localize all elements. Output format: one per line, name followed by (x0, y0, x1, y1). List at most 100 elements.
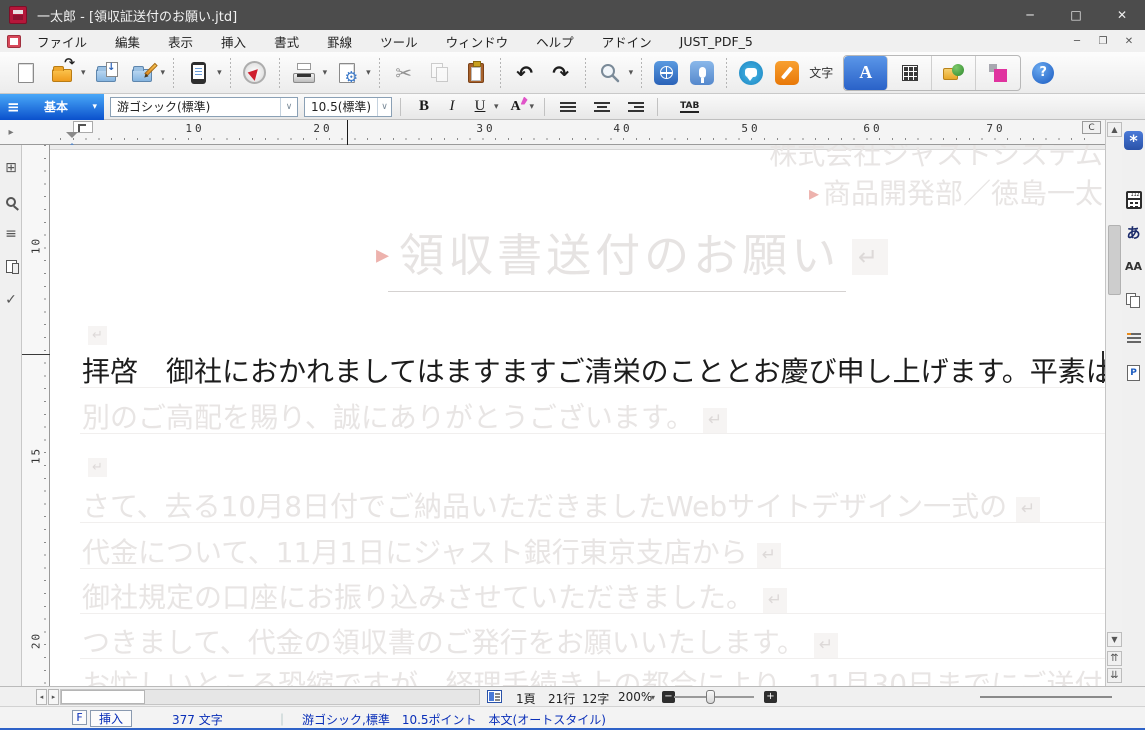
proofread-check-icon[interactable]: ✓ (0, 289, 22, 311)
next-page-button[interactable]: ⇊ (1107, 668, 1122, 683)
zoom-in-button[interactable]: + (764, 691, 777, 703)
undo-button[interactable]: ↶ (508, 55, 542, 91)
navigation-button[interactable] (238, 55, 272, 91)
horizontal-scroll-thumb[interactable] (61, 690, 145, 704)
align-right-button[interactable] (623, 96, 649, 118)
copy-button[interactable] (423, 55, 457, 91)
text-mode-button[interactable]: A (844, 56, 888, 90)
menu-item-insert[interactable]: 挿入 (221, 30, 246, 53)
indent-marker[interactable] (66, 132, 78, 144)
search-sidebar-icon[interactable] (0, 191, 22, 213)
document-icon[interactable] (7, 35, 21, 48)
menu-item-view[interactable]: 表示 (168, 30, 193, 53)
previous-page-button[interactable]: ⇈ (1107, 651, 1122, 666)
close-button[interactable]: ✕ (1099, 0, 1145, 30)
doc-close-button[interactable]: ✕ (1121, 36, 1137, 47)
function-key-button[interactable]: F (72, 710, 87, 725)
title-underline (388, 291, 846, 292)
outline-list-icon[interactable]: ≡ (0, 223, 22, 245)
page-slider-track[interactable] (980, 696, 1112, 698)
ruler-unit-button[interactable]: C (1082, 121, 1101, 134)
just-systems-icon[interactable]: * (1124, 131, 1143, 150)
print-button[interactable] (287, 55, 321, 91)
page-style-icon[interactable] (0, 255, 22, 277)
font-name-select[interactable]: 游ゴシック(標準) ∨ (110, 97, 298, 117)
doc-restore-button[interactable]: ❐ (1095, 36, 1111, 47)
pdf-tool-icon[interactable]: P (1124, 363, 1143, 382)
font-color-button[interactable]: A (503, 96, 529, 118)
vertical-scroll-thumb[interactable] (1108, 225, 1121, 295)
document-canvas[interactable]: 株式会社ジャストシステム ▸商品開発部／徳島一太 ▸領収書送付のお願い↵ ↵ 拝… (50, 145, 1105, 686)
scroll-right-button[interactable]: ▸ (48, 689, 59, 705)
style-menu-button[interactable]: ≡ 基本 ▾ (0, 94, 104, 120)
font-color-dropdown-caret[interactable]: ▾ (530, 102, 535, 112)
menu-item-format[interactable]: 書式 (274, 30, 299, 53)
table-mode-button[interactable] (888, 56, 932, 90)
print-settings-dropdown-caret[interactable]: ▾ (366, 68, 371, 78)
menu-item-edit[interactable]: 編集 (115, 30, 140, 53)
scroll-left-button[interactable]: ◂ (36, 689, 47, 705)
font-style-icon[interactable]: AA (1124, 257, 1143, 276)
menu-item-just-pdf5[interactable]: JUST_PDF_5 (680, 32, 753, 51)
underline-dropdown-caret[interactable]: ▾ (494, 102, 499, 112)
menu-item-tools[interactable]: ツール (380, 30, 418, 53)
viewer-dropdown-caret[interactable]: ▾ (217, 68, 222, 78)
menu-item-window[interactable]: ウィンドウ (446, 30, 509, 53)
comment-tool-button[interactable] (734, 55, 768, 91)
maximize-button[interactable]: □ (1053, 0, 1099, 30)
save-as-button[interactable] (125, 55, 159, 91)
print-dropdown-caret[interactable]: ▾ (323, 68, 328, 78)
outline-panel-icon[interactable] (1124, 328, 1143, 347)
scroll-down-button[interactable]: ▼ (1107, 632, 1122, 647)
viewer-mode-button[interactable] (181, 55, 215, 91)
bold-button[interactable]: B (411, 96, 437, 118)
help-button[interactable]: ? (1026, 55, 1060, 91)
web-search-button[interactable] (649, 55, 683, 91)
redo-button[interactable]: ↷ (544, 55, 578, 91)
vertical-ruler[interactable]: 10 15 20 (22, 145, 50, 686)
insert-mode-button[interactable]: 挿入 (90, 710, 132, 727)
save-button[interactable]: ↓ (89, 55, 123, 91)
minimize-button[interactable]: ─ (1007, 0, 1053, 30)
zoom-slider-thumb[interactable] (706, 690, 715, 704)
zoom-dropdown-caret[interactable]: ▾ (651, 693, 655, 702)
copy-history-icon[interactable] (1124, 291, 1143, 310)
doc-minimize-button[interactable]: ─ (1069, 36, 1085, 47)
open-dropdown-caret[interactable]: ▾ (81, 68, 86, 78)
line-rule (80, 658, 1105, 659)
tab-button[interactable]: TAB (680, 101, 699, 113)
kana-input-icon[interactable]: あ (1124, 223, 1143, 242)
search-button[interactable] (593, 55, 627, 91)
print-settings-button[interactable]: ⚙ (330, 55, 364, 91)
zoom-level[interactable]: 200% (618, 690, 652, 704)
save-as-dropdown-caret[interactable]: ▾ (161, 68, 166, 78)
horizontal-scrollbar[interactable] (60, 689, 480, 705)
open-file-button[interactable]: ↷ (45, 55, 79, 91)
block-select-icon[interactable]: ⊞ (0, 157, 22, 179)
paste-button[interactable] (459, 55, 493, 91)
underline-button[interactable]: U (467, 96, 493, 118)
chat-bubble-icon (739, 61, 763, 85)
just-tools-button[interactable] (976, 56, 1020, 90)
vertical-scrollbar[interactable]: ▲ ▼ ⇈ ⇊ (1105, 120, 1122, 686)
align-left-button[interactable] (555, 96, 581, 118)
search-icon (599, 62, 621, 84)
menu-item-borders[interactable]: 罫線 (327, 30, 352, 53)
italic-button[interactable]: I (439, 96, 465, 118)
align-center-button[interactable] (589, 96, 615, 118)
shape-mode-button[interactable] (932, 56, 976, 90)
menu-item-file[interactable]: ファイル (37, 30, 87, 53)
menu-item-help[interactable]: ヘルプ (536, 30, 574, 53)
font-size-select[interactable]: 10.5(標準) ∨ (304, 97, 392, 117)
voice-input-button[interactable] (685, 55, 719, 91)
ruler-expand-icon[interactable]: ▸ (3, 124, 19, 140)
new-document-button[interactable] (9, 55, 43, 91)
scroll-up-button[interactable]: ▲ (1107, 122, 1122, 137)
search-dropdown-caret[interactable]: ▾ (629, 68, 634, 78)
horizontal-ruler[interactable]: ▸ 10 20 30 40 50 60 70 C (0, 120, 1105, 145)
menu-item-addin[interactable]: アドイン (602, 30, 652, 53)
cut-button[interactable]: ✂ (387, 55, 421, 91)
text-correction-button[interactable] (770, 55, 804, 91)
calculator-icon[interactable]: 112 (1124, 190, 1143, 209)
view-mode-icon[interactable] (487, 690, 502, 703)
